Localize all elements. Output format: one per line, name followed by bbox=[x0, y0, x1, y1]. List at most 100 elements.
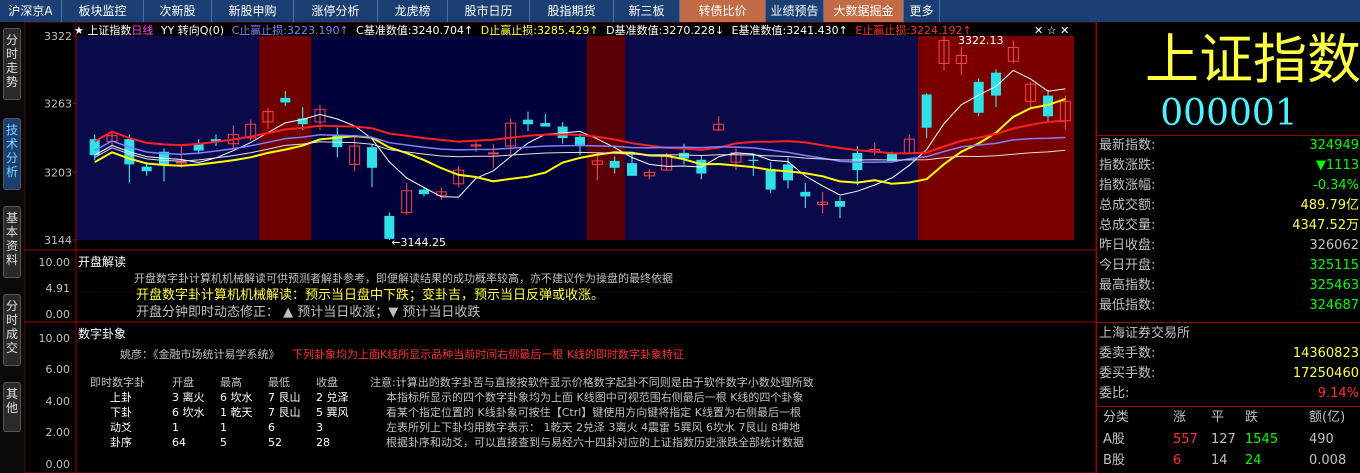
top-tab-11[interactable]: 大数据掘金 bbox=[824, 0, 904, 22]
quote-value: -0.34% bbox=[1313, 178, 1359, 193]
quote-label: 今日开盘: bbox=[1099, 258, 1156, 273]
gua-table-cell: 7 艮山 bbox=[268, 391, 301, 404]
panel3-y-tick: 4.00 bbox=[46, 395, 71, 408]
gua-note-line: 本指标所显示的四个数字卦象均为上面 K线图中可视范围右侧最后一根 K线的四个卦象 bbox=[386, 391, 804, 404]
chart-area[interactable]: 3322 3263 3203 3144 3322.13 ←3144.25 10.00 4.91… bbox=[24, 22, 1096, 473]
side-tab-label: 技术分析 bbox=[6, 123, 19, 179]
zone-blue bbox=[76, 36, 260, 240]
order-row: 委买手数: 17250460 bbox=[1097, 364, 1360, 384]
indicator-label: YY 转向Q(0) bbox=[160, 24, 225, 37]
side-tab-label: 其他 bbox=[6, 387, 19, 415]
quote-row: 指数涨跌: ▼1113 bbox=[1097, 156, 1360, 176]
d-stop-label: D止赢止损: bbox=[480, 24, 537, 37]
chart-control-icons[interactable]: ✕ ☆ ✕ bbox=[1034, 24, 1069, 37]
gua-table-header: 开盘 bbox=[172, 376, 194, 389]
gua-table-cell: 7 艮山 bbox=[268, 406, 301, 419]
panel2-title: 开盘解读 bbox=[78, 255, 127, 269]
top-tab-7[interactable]: 股指期货 bbox=[530, 0, 614, 22]
side-tab-2[interactable]: 基本资料 bbox=[3, 206, 21, 278]
quote-label: 最高指数: bbox=[1099, 278, 1156, 293]
top-tab-10[interactable]: 业绩预告 bbox=[766, 0, 824, 22]
order-label: 委比: bbox=[1099, 386, 1130, 401]
candle-body bbox=[765, 168, 776, 190]
top-tab-9[interactable]: 转债比价 bbox=[680, 0, 766, 22]
breadth-cell: 分类 bbox=[1103, 410, 1130, 425]
panel2-y-tick: 4.91 bbox=[46, 282, 71, 295]
breadth-cell: 127 bbox=[1211, 432, 1236, 447]
e-base-label: E基准数值: bbox=[731, 24, 787, 37]
panel3-y-tick: 6.00 bbox=[46, 363, 71, 376]
breadth-cell: 额(亿) bbox=[1309, 410, 1346, 425]
symbol-name: 上证指数 bbox=[87, 24, 132, 37]
top-tab-8[interactable]: 新三板 bbox=[614, 0, 680, 22]
breadth-cell: A股 bbox=[1103, 432, 1125, 447]
e-base-value: 3241.430↑ bbox=[786, 24, 848, 37]
side-tab-1[interactable]: 技术分析 bbox=[3, 118, 21, 190]
breadth-row: A股 557 127 1545 490 bbox=[1097, 430, 1360, 450]
y-tick-label: 3144 bbox=[44, 234, 72, 247]
breadth-cell: 跌 bbox=[1245, 410, 1259, 425]
quote-value: 325115 bbox=[1309, 258, 1359, 273]
side-tab-4[interactable]: 其他 bbox=[3, 382, 21, 432]
top-tab-12[interactable]: 更多 bbox=[904, 0, 940, 22]
side-tab-label: 分时走势 bbox=[6, 33, 19, 89]
quote-label: 昨日收盘: bbox=[1099, 238, 1156, 253]
side-tab-label: 基本资料 bbox=[6, 211, 19, 267]
gua-table-cell: 2 兑泽 bbox=[316, 391, 349, 404]
quote-row: 今日开盘: 325115 bbox=[1097, 256, 1360, 276]
indicator-info-bar: ★ 上证指数日线 YY 转向Q(0) C止赢止损:3223.190↑ C基准数值… bbox=[74, 24, 972, 38]
gua-table-header: 收盘 bbox=[316, 376, 338, 389]
top-tab-4[interactable]: 涨停分析 bbox=[294, 0, 378, 22]
top-tab-1[interactable]: 板块监控 bbox=[62, 0, 144, 22]
top-tab-2[interactable]: 次新股 bbox=[144, 0, 212, 22]
app-window: 沪深京A 板块监控 次新股 新股申购 涨停分析 龙虎榜 股市日历 股指期货 新三板 转债比价 业绩预… bbox=[0, 0, 1360, 473]
side-tab-label: 分时成交 bbox=[6, 299, 19, 355]
panel3-y-tick: 2.00 bbox=[46, 426, 71, 439]
order-label: 委买手数: bbox=[1099, 366, 1156, 381]
order-row: 委卖手数: 14360823 bbox=[1097, 344, 1360, 364]
quote-value: 489.79亿 bbox=[1300, 198, 1360, 213]
index-name: 上证指数 bbox=[1145, 28, 1360, 91]
candle-body bbox=[419, 189, 429, 195]
panel2-line3: 开盘分钟即时动态修正： ▲ 预计当日收涨；▼ 预计当日收跌 bbox=[136, 305, 481, 320]
quote-value: 326062 bbox=[1309, 238, 1359, 253]
gua-table-cell: 动爻 bbox=[110, 421, 132, 434]
top-tab-6[interactable]: 股市日历 bbox=[448, 0, 530, 22]
gua-table-cell: 1 乾天 bbox=[220, 406, 253, 419]
quote-value: 325463 bbox=[1309, 278, 1359, 293]
quote-value: 4347.52万 bbox=[1292, 218, 1359, 233]
breadth-row: 分类 涨 平 跌 额(亿) bbox=[1097, 408, 1360, 428]
side-tab-bar: 分时走势技术分析基本资料分时成交其他 bbox=[0, 22, 24, 473]
source-note: 下列卦象均为上面K线所显示品种当前时间右侧最后一根 K线的即时数字卦象特征 bbox=[292, 348, 684, 361]
candle-body bbox=[175, 161, 187, 164]
candle-body bbox=[367, 147, 377, 168]
candle-body bbox=[627, 163, 637, 176]
top-tab-3[interactable]: 新股申购 bbox=[212, 0, 294, 22]
top-tab-5[interactable]: 龙虎榜 bbox=[378, 0, 448, 22]
c-base-label: C基准数值: bbox=[356, 24, 412, 37]
star-icon[interactable]: ★ bbox=[74, 24, 84, 37]
gua-table-cell: 5 巽风 bbox=[316, 406, 349, 419]
side-tab-3[interactable]: 分时成交 bbox=[3, 294, 21, 366]
gua-table-header: 最高 bbox=[220, 376, 242, 389]
candle-body bbox=[921, 94, 932, 128]
divider bbox=[1097, 322, 1360, 323]
quote-value: 324687 bbox=[1309, 298, 1359, 313]
top-tab-0[interactable]: 沪深京A bbox=[0, 0, 62, 22]
gua-table-cell: 上卦 bbox=[110, 391, 132, 404]
breadth-cell: 24 bbox=[1245, 453, 1262, 468]
quote-row: 昨日收盘: 326062 bbox=[1097, 236, 1360, 256]
breadth-cell: 557 bbox=[1173, 432, 1198, 447]
top-nav-bar: 沪深京A 板块监控 次新股 新股申购 涨停分析 龙虎榜 股市日历 股指期货 新三板 转债比价 业绩预… bbox=[0, 0, 1360, 22]
d-stop-value: 3285.429↑ bbox=[536, 24, 599, 37]
side-tab-0[interactable]: 分时走势 bbox=[3, 28, 21, 100]
y-tick-label: 3203 bbox=[44, 166, 72, 179]
period-label[interactable]: 日线 bbox=[131, 24, 153, 37]
quote-row: 指数涨幅: -0.34% bbox=[1097, 176, 1360, 196]
candle-body bbox=[609, 160, 620, 168]
breadth-row: B股 6 14 24 0.008 bbox=[1097, 451, 1360, 471]
gua-table-cell: 28 bbox=[316, 436, 330, 449]
quote-label: 指数涨幅: bbox=[1099, 178, 1156, 193]
c-stop-label: C止赢止损: bbox=[231, 24, 287, 37]
breadth-cell: 平 bbox=[1211, 410, 1225, 425]
